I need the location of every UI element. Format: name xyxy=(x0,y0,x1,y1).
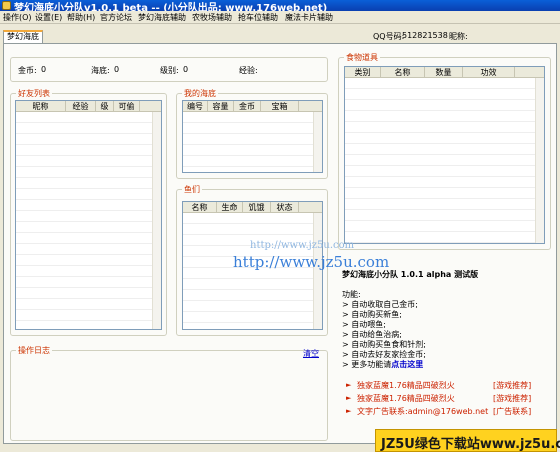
col-effect[interactable]: 功效 xyxy=(463,67,515,78)
notice-more-line: > 更多功能请点击这里 xyxy=(342,359,423,370)
watermark-url-large: http://www.jz5u.com xyxy=(233,253,390,271)
friends-list-scrollbar[interactable] xyxy=(152,112,161,329)
menu-magic-card-helper[interactable]: 魔法卡片辅助 xyxy=(285,12,333,23)
food-list-body xyxy=(345,78,535,243)
more-features-link[interactable]: 点击这里 xyxy=(391,360,423,369)
friends-list-body xyxy=(16,112,152,329)
log-group: 操作日志 xyxy=(10,345,328,441)
tab-dream-sea[interactable]: 梦幻海底 xyxy=(3,30,43,43)
friends-title: 好友列表 xyxy=(16,88,52,99)
friends-list-header: 昵称 经验 级 可偷 xyxy=(16,101,161,112)
window-title: 梦幻海底小分队v1.0.1 beta -- (小分队出品: www.176web… xyxy=(14,3,328,11)
level-label: 级别: xyxy=(160,66,179,75)
col-quantity[interactable]: 数量 xyxy=(425,67,463,78)
my-sea-list-scrollbar[interactable] xyxy=(313,112,322,172)
food-list[interactable]: 类别 名称 数量 功效 xyxy=(344,66,545,244)
col-level[interactable]: 级 xyxy=(96,101,114,112)
col-food-name[interactable]: 名称 xyxy=(381,67,425,78)
ad-link[interactable]: 独家蓝魔1.76精品四破烈火 xyxy=(357,380,455,391)
col-treasure[interactable]: 宝箱 xyxy=(261,101,299,112)
ad-link[interactable]: 文字广告联系:admin@176web.net xyxy=(357,406,488,417)
food-list-header: 类别 名称 数量 功效 xyxy=(345,67,544,78)
fish-list-scrollbar[interactable] xyxy=(313,213,322,329)
coral-value: 0 xyxy=(114,65,120,74)
clear-log-link[interactable]: 清空 xyxy=(303,348,319,359)
col-stealable[interactable]: 可偷 xyxy=(114,101,140,112)
gold-value: 0 xyxy=(41,65,47,74)
col-status[interactable]: 状态 xyxy=(271,202,299,213)
ad-tag[interactable]: [游戏推荐] xyxy=(493,380,531,391)
ad-tag[interactable]: [广告联系] xyxy=(493,406,531,417)
food-list-scrollbar[interactable] xyxy=(535,78,544,243)
col-hunger[interactable]: 饥饿 xyxy=(243,202,271,213)
menu-sea-helper[interactable]: 梦幻海底辅助 xyxy=(138,12,186,23)
menu-bar: 操作(O) 设置(E) 帮助(H) 官方论坛 梦幻海底辅助 农牧场辅助 抢车位辅… xyxy=(0,11,560,24)
my-sea-list-body xyxy=(183,112,313,172)
title-bar[interactable]: 梦幻海底小分队v1.0.1 beta -- (小分队出品: www.176web… xyxy=(0,0,560,11)
menu-settings[interactable]: 设置(E) xyxy=(35,12,62,23)
col-capacity[interactable]: 容量 xyxy=(208,101,234,112)
ad-arrow-icon: ► xyxy=(346,394,352,402)
tab-strip: 梦幻海底 QQ号码: 512821538 昵称: xyxy=(0,25,560,43)
qq-value: 512821538 xyxy=(402,31,448,40)
fish-title: 鱼们 xyxy=(182,184,202,195)
menu-forum[interactable]: 官方论坛 xyxy=(100,12,132,23)
account-info: QQ号码: 512821538 昵称: xyxy=(335,31,557,43)
fish-list-body xyxy=(183,213,313,329)
ad-link[interactable]: 独家蓝魔1.76精品四破烈火 xyxy=(357,393,455,404)
col-fish-name[interactable]: 名称 xyxy=(183,202,217,213)
menu-farm-helper[interactable]: 农牧场辅助 xyxy=(192,12,232,23)
notice-more-prefix: > 更多功能请 xyxy=(342,360,392,369)
col-life[interactable]: 生命 xyxy=(217,202,243,213)
ad-tag[interactable]: [游戏推荐] xyxy=(493,393,531,404)
ad-arrow-icon: ► xyxy=(346,381,352,389)
col-nickname[interactable]: 昵称 xyxy=(16,101,66,112)
watermark-url: http://www.jz5u.com xyxy=(250,240,355,251)
col-gold[interactable]: 金币 xyxy=(234,101,261,112)
qq-label: QQ号码: xyxy=(373,32,405,41)
log-title: 操作日志 xyxy=(16,345,52,356)
col-number[interactable]: 编号 xyxy=(183,101,208,112)
ad-arrow-icon: ► xyxy=(346,407,352,415)
col-category[interactable]: 类别 xyxy=(345,67,381,78)
menu-parking-helper[interactable]: 抢车位辅助 xyxy=(238,12,278,23)
exp-label: 经验: xyxy=(239,66,258,75)
menu-help[interactable]: 帮助(H) xyxy=(67,12,95,23)
level-value: 0 xyxy=(183,65,189,74)
food-title: 食物道具 xyxy=(344,52,380,63)
my-sea-list-header: 编号 容量 金币 宝箱 xyxy=(183,101,322,112)
brand-banner-text: JZ5U绿色下载站www.jz5u.com xyxy=(381,437,560,452)
my-sea-list[interactable]: 编号 容量 金币 宝箱 xyxy=(182,100,323,173)
friends-list[interactable]: 昵称 经验 级 可偷 xyxy=(15,100,162,330)
col-exp[interactable]: 经验 xyxy=(66,101,96,112)
coral-label: 海底: xyxy=(91,66,110,75)
my-sea-title: 我的海底 xyxy=(182,88,218,99)
app-icon xyxy=(2,1,11,10)
menu-operate[interactable]: 操作(O) xyxy=(3,12,32,23)
gold-label: 金币: xyxy=(18,66,37,75)
fish-list-header: 名称 生命 饥饿 状态 xyxy=(183,202,322,213)
nickname-label: 昵称: xyxy=(449,32,468,41)
brand-banner: JZ5U绿色下载站www.jz5u.com xyxy=(375,429,560,452)
